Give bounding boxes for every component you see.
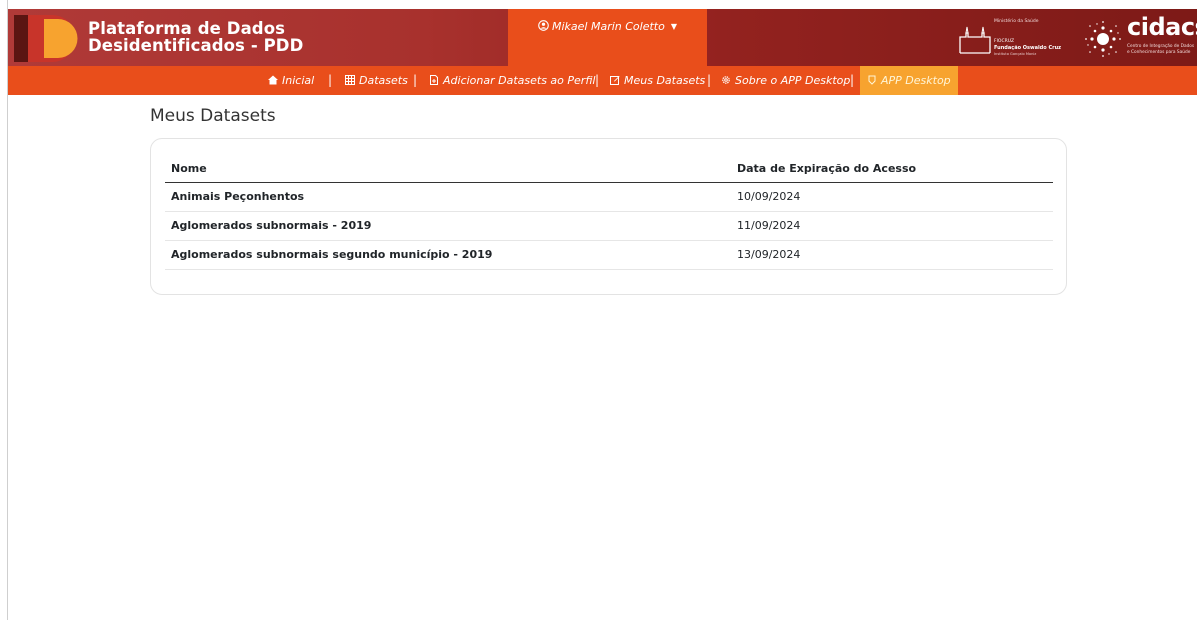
- table-row[interactable]: Aglomerados subnormais - 2019 11/09/2024: [165, 211, 1053, 241]
- nav-label: Meus Datasets: [624, 74, 706, 87]
- nav-label: Adicionar Datasets ao Perfil: [443, 74, 596, 87]
- nav-item-inicial[interactable]: Inicial: [268, 66, 314, 95]
- expiration-date: 11/09/2024: [731, 211, 1053, 241]
- expiration-date: 13/09/2024: [731, 240, 1053, 270]
- user-name: Mikael Marin Coletto: [551, 20, 665, 33]
- table-row[interactable]: Animais Peçonhentos 10/09/2024: [165, 182, 1053, 212]
- user-circle-icon: [538, 20, 549, 31]
- download-icon: [868, 75, 876, 85]
- nav-item-sobre-app[interactable]: Sobre o APP Desktop: [721, 66, 850, 95]
- cidacs-logo: cidacs Centro de Integração de Dados e C…: [1083, 13, 1197, 61]
- nav-item-adicionar-datasets[interactable]: Adicionar Datasets ao Perfil: [429, 66, 596, 95]
- fiocruz-label: FIOCRUZ: [994, 39, 1015, 44]
- site-title-line1: Plataforma de Dados: [88, 19, 286, 38]
- nav-label: Inicial: [282, 74, 315, 87]
- table-row[interactable]: Aglomerados subnormais segundo município…: [165, 240, 1053, 270]
- nav-separator: |: [850, 73, 855, 87]
- nav-label: Sobre o APP Desktop: [735, 74, 851, 87]
- ministerio-fiocruz-logo: Ministério da Saúde FIOCRUZ Fundação Osw…: [956, 17, 1076, 59]
- datasets-card: Nome Data de Expiração do Acesso Animais…: [150, 138, 1067, 295]
- dataset-name: Aglomerados subnormais segundo município…: [165, 240, 731, 270]
- nav-item-meus-datasets[interactable]: Meus Datasets: [610, 66, 705, 95]
- user-menu-container: Mikael Marin Coletto ▼: [508, 9, 707, 66]
- nav-label: APP Desktop: [881, 74, 951, 87]
- site-header: Plataforma de Dados Desidentificados - P…: [8, 9, 1197, 66]
- fiocruz-institute: Instituto Gonçalo Moniz: [994, 52, 1037, 56]
- datasets-table: Nome Data de Expiração do Acesso Animais…: [165, 156, 1053, 270]
- nav-item-app-desktop[interactable]: APP Desktop: [860, 66, 958, 95]
- page-title: Meus Datasets: [150, 106, 276, 126]
- nav-label: Datasets: [359, 74, 408, 87]
- cidacs-wordmark: cidacs: [1127, 13, 1197, 41]
- home-icon: [268, 75, 278, 85]
- table-icon: [345, 75, 355, 85]
- fiocruz-name: Fundação Oswaldo Cruz: [994, 45, 1062, 51]
- cidacs-burst-icon: [1085, 21, 1121, 57]
- cidacs-subtitle-2: e Conhecimentos para Saúde: [1127, 50, 1191, 55]
- column-header-nome[interactable]: Nome: [165, 156, 731, 183]
- nav-separator: |: [595, 73, 600, 87]
- chevron-down-icon: ▼: [670, 22, 677, 31]
- dataset-name: Animais Peçonhentos: [165, 182, 731, 212]
- file-plus-icon: [430, 75, 438, 85]
- fiocruz-building-icon: [959, 26, 991, 54]
- dataset-name: Aglomerados subnormais - 2019: [165, 211, 731, 241]
- cidacs-subtitle-1: Centro de Integração de Dados: [1127, 44, 1195, 49]
- nav-separator: |: [707, 73, 712, 87]
- column-header-data-expiracao[interactable]: Data de Expiração do Acesso: [731, 156, 1053, 183]
- gear-icon: [722, 76, 730, 84]
- pdd-logo[interactable]: [14, 15, 80, 62]
- table-header-row: Nome Data de Expiração do Acesso: [165, 156, 1053, 183]
- nav-item-datasets[interactable]: Datasets: [345, 66, 408, 95]
- nav-separator: |: [413, 73, 418, 87]
- ministerio-label: Ministério da Saúde: [994, 19, 1039, 24]
- expiration-date: 10/09/2024: [731, 182, 1053, 212]
- user-menu-button[interactable]: Mikael Marin Coletto ▼: [508, 20, 707, 33]
- main-nav: Inicial | Datasets | Adicionar Datasets …: [8, 66, 1197, 95]
- nav-separator: |: [328, 73, 333, 87]
- site-title[interactable]: Plataforma de Dados Desidentificados - P…: [88, 20, 303, 54]
- site-title-line2: Desidentificados - PDD: [88, 36, 304, 55]
- edit-icon: [610, 76, 620, 85]
